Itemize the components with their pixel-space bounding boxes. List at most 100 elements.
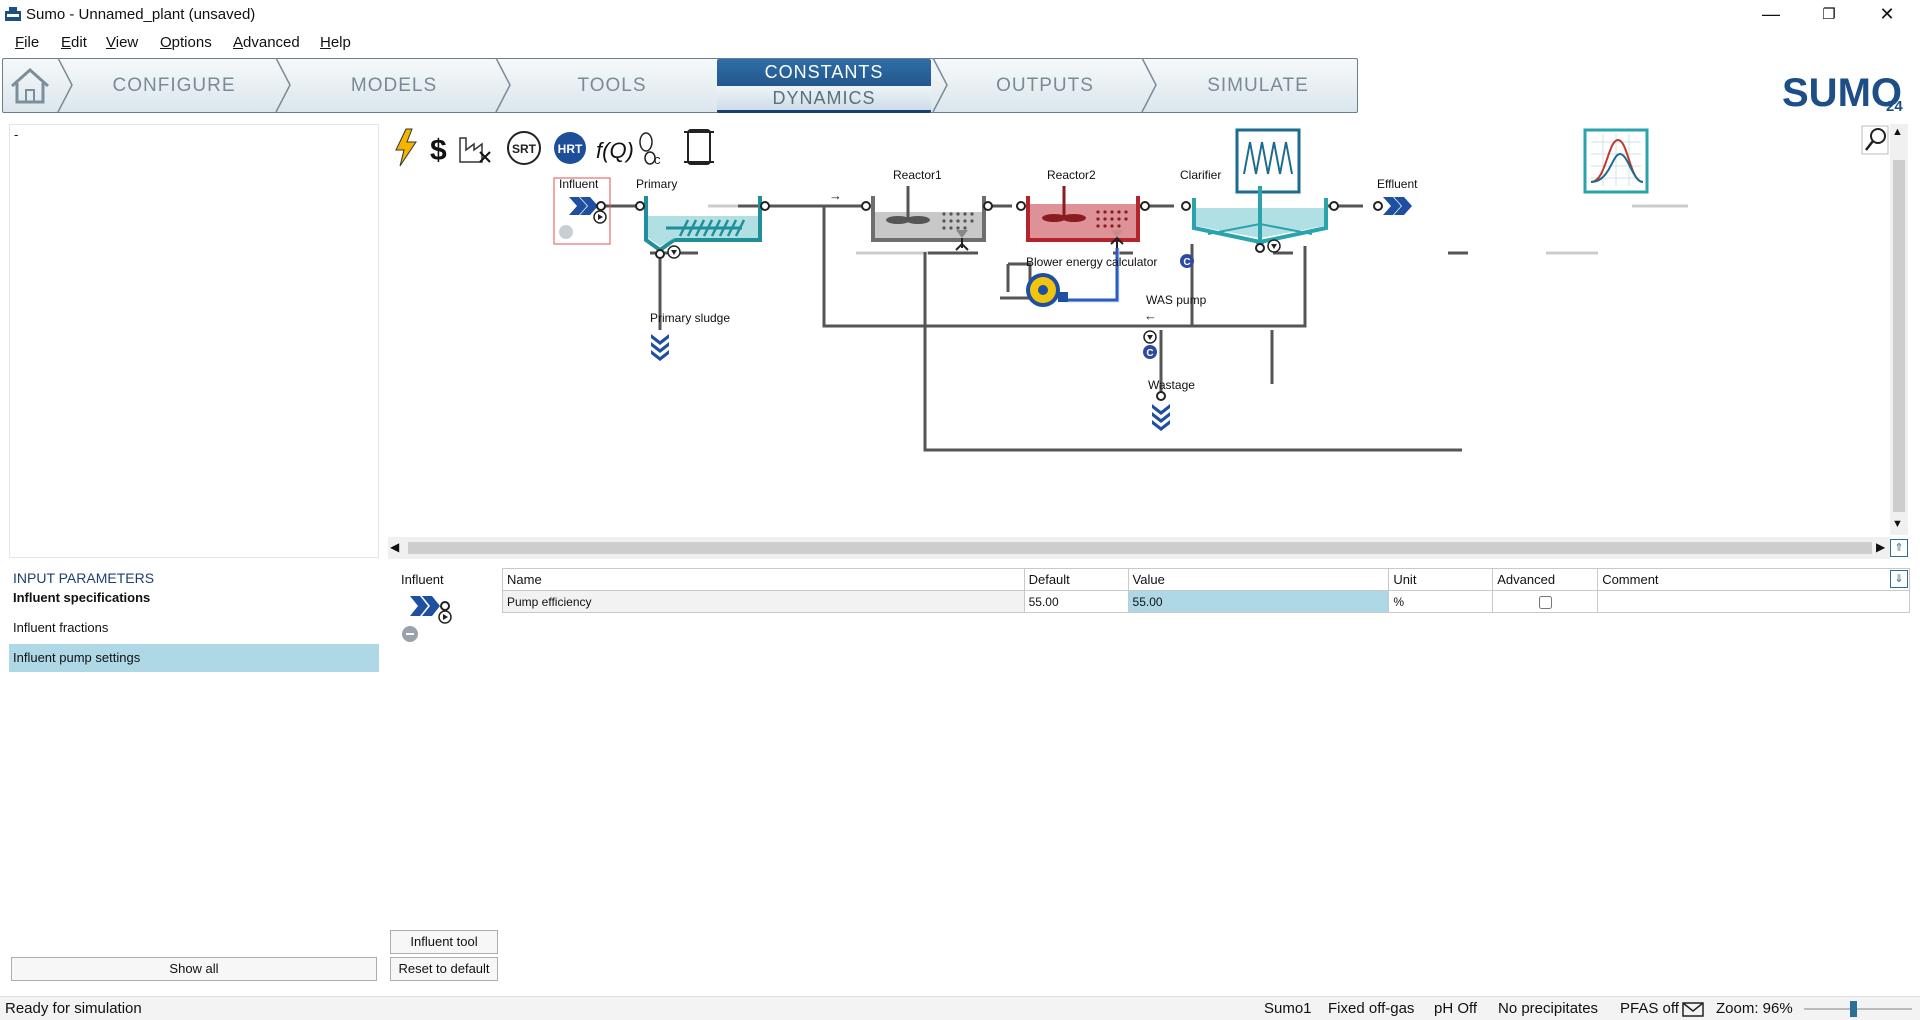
port-icon xyxy=(1156,391,1166,401)
column-header-default[interactable]: Default xyxy=(1023,568,1129,591)
input-parameters-panel: INPUT PARAMETERS Influent specifications… xyxy=(9,566,379,981)
mail-icon[interactable] xyxy=(1682,1002,1704,1017)
menu-view[interactable]: View xyxy=(106,34,138,51)
param-name-cell: Pump efficiency xyxy=(502,590,1025,613)
title-bar: Sumo - Unnamed_plant (unsaved) — ❐ ✕ xyxy=(0,0,1920,29)
column-header-advanced[interactable]: Advanced xyxy=(1492,568,1599,591)
tab-configure[interactable]: CONFIGURE xyxy=(74,59,274,113)
param-value-cell[interactable]: 55.00 xyxy=(1127,590,1390,613)
scroll-icon[interactable] xyxy=(684,129,714,165)
scroll-up-icon[interactable]: ▲ xyxy=(1892,126,1903,138)
tab-models[interactable]: MODELS xyxy=(294,59,494,113)
tab-outputs[interactable]: OUTPUTS xyxy=(950,59,1140,113)
table-row[interactable]: Pump efficiency 55.00 55.00 % xyxy=(502,590,1910,613)
clarifier-c-badge-icon[interactable]: C xyxy=(1180,254,1194,268)
reset-to-default-button[interactable]: Reset to default xyxy=(390,957,498,981)
plant-diagram: $ SRT HRT f(Q) c Influent Primary→←React… xyxy=(395,125,1889,452)
scroll-left-icon[interactable]: ◀ xyxy=(390,540,399,554)
port-icon xyxy=(1373,201,1383,211)
zoom-search-icon[interactable] xyxy=(1861,125,1889,155)
scroll-down-icon[interactable]: ▼ xyxy=(1892,518,1903,530)
effluent-unit[interactable] xyxy=(1383,197,1412,215)
param-comment-cell[interactable] xyxy=(1597,590,1910,613)
hscroll-thumb[interactable] xyxy=(408,542,1872,554)
column-header-comment[interactable]: Comment xyxy=(1597,568,1910,591)
tab-simulate[interactable]: SIMULATE xyxy=(1160,59,1356,113)
collapse-up-icon[interactable]: ⇑ xyxy=(1890,539,1908,557)
scroll-right-icon[interactable]: ▶ xyxy=(1876,540,1885,554)
home-icon xyxy=(11,67,49,104)
connections xyxy=(923,244,1462,452)
menu-file[interactable]: File xyxy=(15,34,39,51)
show-all-button[interactable]: Show all xyxy=(11,957,377,981)
param-group-influent-pump-settings[interactable]: Influent pump settings xyxy=(9,644,379,672)
influent-element-icon xyxy=(410,596,452,624)
menu-advanced[interactable]: Advanced xyxy=(233,34,300,51)
status-pfas[interactable]: PFAS off xyxy=(1620,1000,1679,1017)
plant-layout-canvas[interactable]: $ SRT HRT f(Q) c Influent Primary → ← Re… xyxy=(388,124,1890,534)
advanced-checkbox[interactable] xyxy=(1538,595,1552,609)
port-icon xyxy=(861,201,871,211)
label-blower: Blower energy calculator xyxy=(1026,255,1157,269)
hrt-icon[interactable]: HRT xyxy=(554,132,586,164)
zoom-slider[interactable] xyxy=(1804,1001,1912,1017)
port-icon xyxy=(635,201,645,211)
tab-tools[interactable]: TOOLS xyxy=(514,59,710,113)
dynamic-chart-icon[interactable] xyxy=(1235,128,1301,194)
reactor1-unit[interactable] xyxy=(871,186,986,251)
restore-button[interactable]: ❐ xyxy=(1806,0,1852,29)
horizontal-scrollbar[interactable]: ◀ ▶ xyxy=(388,537,1890,559)
secondary-clarifier-unit[interactable] xyxy=(1192,186,1328,253)
influent-tool-button[interactable]: Influent tool xyxy=(390,930,498,954)
menu-edit[interactable]: Edit xyxy=(61,34,87,51)
tab-constants-dynamics[interactable]: CONSTANTS DYNAMICS xyxy=(717,59,931,113)
param-default-cell: 55.00 xyxy=(1023,590,1129,613)
close-button[interactable]: ✕ xyxy=(1864,0,1910,29)
status-precipitates[interactable]: No precipitates xyxy=(1498,1000,1598,1017)
param-group-influent-fractions[interactable]: Influent fractions xyxy=(9,614,379,642)
curve-chart-icon[interactable] xyxy=(1583,128,1649,194)
tab-dynamics[interactable]: DYNAMICS xyxy=(717,86,931,110)
vscroll-thumb[interactable] xyxy=(1893,160,1905,512)
tab-separator xyxy=(275,58,291,112)
footprint-icon[interactable]: c xyxy=(639,132,661,167)
collapse-down-icon[interactable]: ⇓ xyxy=(1890,570,1908,588)
status-offgas[interactable]: Fixed off-gas xyxy=(1328,1000,1414,1017)
function-icon[interactable]: f(Q) xyxy=(596,138,634,163)
zoom-slider-thumb[interactable] xyxy=(1850,1001,1858,1017)
pipe xyxy=(1265,246,1307,328)
status-ph[interactable]: pH Off xyxy=(1434,1000,1477,1017)
app-window: Sumo - Unnamed_plant (unsaved) — ❐ ✕ Fil… xyxy=(0,0,1920,1020)
port-icon xyxy=(596,201,606,211)
tab-constants[interactable]: CONSTANTS xyxy=(717,62,931,83)
reactor2-unit[interactable] xyxy=(1026,186,1140,250)
cost-icon[interactable]: $ xyxy=(430,134,447,167)
column-header-value[interactable]: Value xyxy=(1127,568,1390,591)
minus-circle-icon[interactable] xyxy=(402,626,418,642)
menu-options[interactable]: Options xyxy=(160,34,212,51)
vertical-scrollbar[interactable]: ▲ ▼ xyxy=(1890,124,1908,535)
energy-icon[interactable] xyxy=(395,128,417,167)
primary-sludge-outlet-icon[interactable] xyxy=(651,334,669,361)
parameter-table: Name Default Value Unit Advanced Comment… xyxy=(502,568,1910,613)
label-primary: Primary xyxy=(636,177,677,191)
label-wastage: Wastage xyxy=(1148,378,1195,392)
port-icon xyxy=(655,249,665,259)
srt-icon[interactable]: SRT xyxy=(507,131,541,165)
pipe xyxy=(1000,262,1032,300)
minimize-button[interactable]: — xyxy=(1748,0,1794,29)
status-message: Ready for simulation xyxy=(5,1000,142,1017)
svg-text:c: c xyxy=(654,152,661,167)
wastage-outlet-icon[interactable] xyxy=(1152,404,1170,431)
was-pump-c-badge-icon[interactable]: C xyxy=(1143,345,1157,359)
menu-help[interactable]: Help xyxy=(320,34,351,51)
factory-remove-icon[interactable] xyxy=(459,137,491,163)
status-model[interactable]: Sumo1 xyxy=(1264,1000,1312,1017)
column-header-unit[interactable]: Unit xyxy=(1388,568,1494,591)
column-header-name[interactable]: Name xyxy=(502,568,1025,591)
srt-label: SRT xyxy=(512,142,537,156)
param-group-influent-specifications[interactable]: Influent specifications xyxy=(9,584,379,612)
flow-arrow-icon: → xyxy=(829,188,842,203)
home-button[interactable] xyxy=(4,59,56,113)
window-title: Sumo - Unnamed_plant (unsaved) xyxy=(26,6,256,23)
